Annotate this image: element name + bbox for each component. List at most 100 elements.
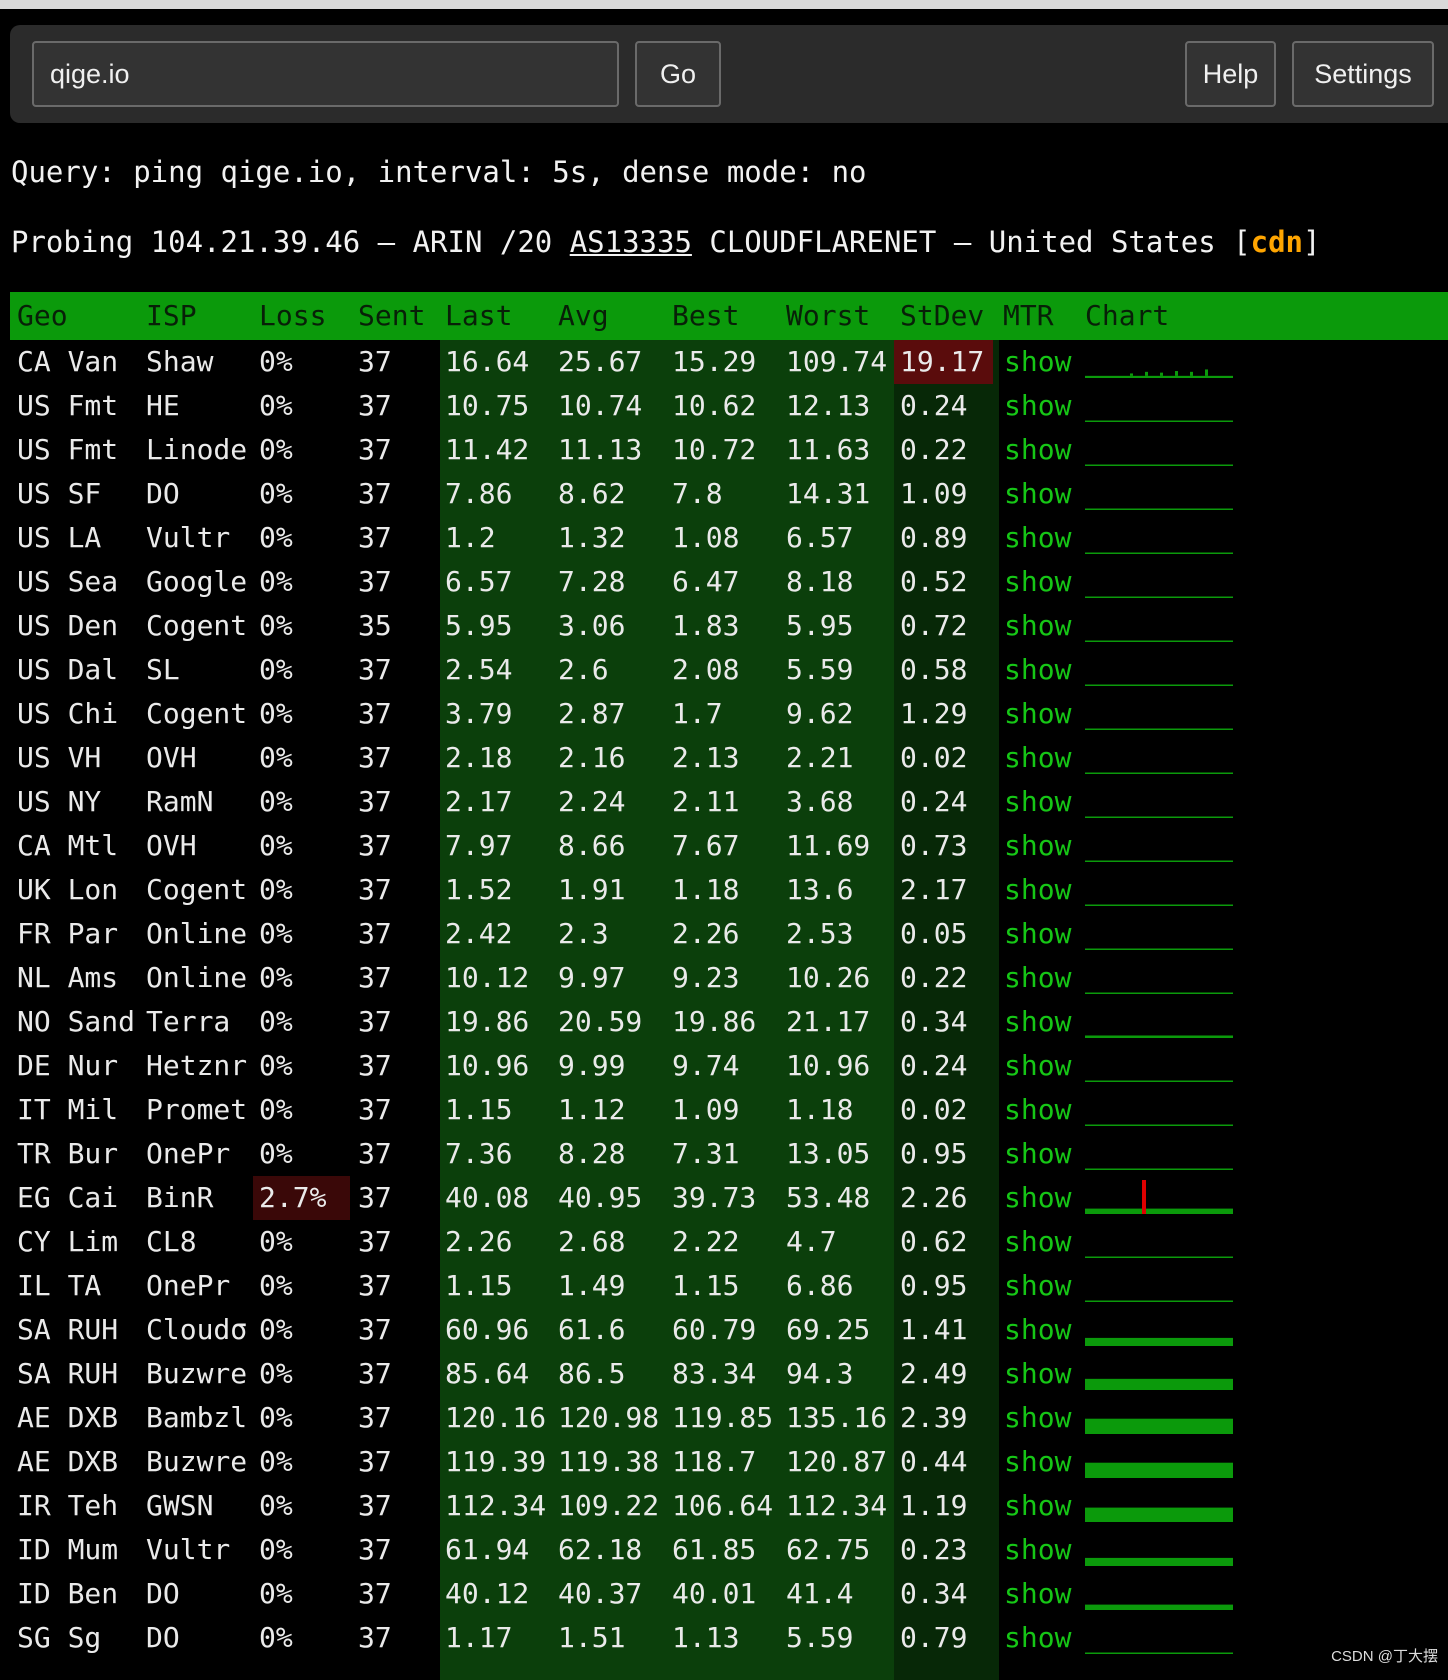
mtr-show-link[interactable]: show — [1004, 1220, 1071, 1264]
query-line: Query: ping qige.io, interval: 5s, dense… — [11, 155, 867, 189]
sparkline-bar — [1085, 1208, 1233, 1214]
cell-best: 1.83 — [672, 609, 740, 642]
latency-sparkline — [1085, 684, 1233, 686]
cell-loss: 0% — [259, 1313, 293, 1346]
cell-isp: Linode — [146, 433, 248, 466]
cell-last: 112.34 — [445, 1489, 547, 1522]
go-button[interactable]: Go — [635, 41, 721, 107]
cell-loss: 0% — [259, 1489, 293, 1522]
cell-best: 1.7 — [672, 697, 723, 730]
cell-isp: Vultr — [146, 1533, 231, 1566]
settings-button[interactable]: Settings — [1292, 41, 1434, 107]
cell-stdev: 0.23 — [900, 1533, 968, 1566]
mtr-show-link[interactable]: show — [1004, 1616, 1071, 1660]
cell-sent: 37 — [358, 389, 392, 422]
col-loss[interactable]: Loss — [259, 294, 326, 338]
table-row: IT Mil Promet 0% 37 1.15 1.12 1.09 1.18 0.02 show — [0, 1088, 1448, 1132]
mtr-show-link[interactable]: show — [1004, 472, 1071, 516]
sparkline-spike — [1175, 371, 1178, 376]
mtr-show-link[interactable]: show — [1004, 384, 1071, 428]
mtr-show-link[interactable]: show — [1004, 648, 1071, 692]
table-row: FR Par Online 0% 37 2.42 2.3 2.26 2.53 0.05 show — [0, 912, 1448, 956]
latency-sparkline — [1085, 420, 1233, 422]
col-worst[interactable]: Worst — [786, 294, 870, 338]
mtr-show-link[interactable]: show — [1004, 692, 1071, 736]
cell-best: 1.13 — [672, 1621, 740, 1654]
col-sent[interactable]: Sent — [358, 294, 425, 338]
cell-stdev: 2.26 — [900, 1181, 968, 1214]
mtr-show-link[interactable]: show — [1004, 1308, 1071, 1352]
latency-sparkline — [1085, 1378, 1233, 1390]
cell-loss: 0% — [259, 1137, 293, 1170]
mtr-show-link[interactable]: show — [1004, 1088, 1071, 1132]
mtr-show-link[interactable]: show — [1004, 340, 1071, 384]
results-table: CA Van Shaw 0% 37 16.64 25.67 15.29 109.74 19.17… — [0, 340, 1448, 1660]
sparkline-bar — [1085, 1462, 1233, 1478]
cell-worst: 6.86 — [786, 1269, 854, 1302]
col-last[interactable]: Last — [445, 294, 512, 338]
sparkline-bar — [1085, 1418, 1233, 1434]
cell-geo: TR Bur — [17, 1137, 119, 1170]
mtr-show-link[interactable]: show — [1004, 1440, 1071, 1484]
cell-stdev: 19.17 — [894, 340, 993, 384]
mtr-show-link[interactable]: show — [1004, 868, 1071, 912]
table-row: US Fmt Linode 0% 37 11.42 11.13 10.72 11.63 0.22… — [0, 428, 1448, 472]
col-isp[interactable]: ISP — [146, 294, 197, 338]
cell-geo: UK Lon — [17, 873, 119, 906]
mtr-show-link[interactable]: show — [1004, 1044, 1071, 1088]
cell-worst: 10.26 — [786, 961, 871, 994]
cell-geo: ID Ben — [17, 1577, 119, 1610]
table-row: AE DXB Buzwre 0% 37 119.39 119.38 118.7 120.87 0… — [0, 1440, 1448, 1484]
mtr-show-link[interactable]: show — [1004, 1484, 1071, 1528]
latency-sparkline — [1085, 992, 1233, 994]
latency-sparkline — [1085, 640, 1233, 642]
col-avg[interactable]: Avg — [558, 294, 609, 338]
mtr-show-link[interactable]: show — [1004, 1528, 1071, 1572]
asn-link[interactable]: AS13335 — [570, 225, 692, 259]
table-row: AE DXB Bambzl 0% 37 120.16 120.98 119.85 135.16… — [0, 1396, 1448, 1440]
mtr-show-link[interactable]: show — [1004, 604, 1071, 648]
table-row: IR Teh GWSN 0% 37 112.34 109.22 106.64 112.34 1.… — [0, 1484, 1448, 1528]
sparkline-bar — [1085, 420, 1233, 422]
cell-stdev: 2.49 — [900, 1357, 968, 1390]
cell-worst: 109.74 — [786, 345, 888, 378]
mtr-show-link[interactable]: show — [1004, 1396, 1071, 1440]
mtr-show-link[interactable]: show — [1004, 780, 1071, 824]
host-input[interactable]: qige.io — [32, 41, 619, 107]
mtr-show-link[interactable]: show — [1004, 1264, 1071, 1308]
cell-best: 7.67 — [672, 829, 740, 862]
sparkline-bar — [1085, 1080, 1233, 1082]
mtr-show-link[interactable]: show — [1004, 1352, 1071, 1396]
cell-avg: 1.12 — [558, 1093, 626, 1126]
mtr-show-link[interactable]: show — [1004, 1176, 1071, 1220]
cell-best: 7.8 — [672, 477, 723, 510]
col-stdev[interactable]: StDev — [900, 294, 984, 338]
col-best[interactable]: Best — [672, 294, 739, 338]
mtr-show-link[interactable]: show — [1004, 912, 1071, 956]
mtr-show-link[interactable]: show — [1004, 1000, 1071, 1044]
col-chart: Chart — [1085, 299, 1170, 332]
mtr-show-link[interactable]: show — [1004, 428, 1071, 472]
cell-best: 40.01 — [672, 1577, 757, 1610]
mtr-show-link[interactable]: show — [1004, 516, 1071, 560]
col-geo[interactable]: Geo — [17, 294, 68, 338]
cell-loss: 0% — [259, 345, 293, 378]
mtr-show-link[interactable]: show — [1004, 1132, 1071, 1176]
cell-sent: 37 — [358, 1269, 392, 1302]
latency-sparkline — [1085, 1168, 1233, 1170]
mtr-show-link[interactable]: show — [1004, 824, 1071, 868]
cell-sent: 37 — [358, 345, 392, 378]
cell-last: 11.42 — [445, 433, 530, 466]
help-button[interactable]: Help — [1185, 41, 1276, 107]
cell-best: 15.29 — [672, 345, 757, 378]
sparkline-spike — [1205, 369, 1208, 376]
mtr-show-link[interactable]: show — [1004, 560, 1071, 604]
mtr-show-link[interactable]: show — [1004, 736, 1071, 780]
cell-last: 1.15 — [445, 1269, 513, 1302]
cell-worst: 62.75 — [786, 1533, 871, 1566]
mtr-show-link[interactable]: show — [1004, 1572, 1071, 1616]
mtr-show-link[interactable]: show — [1004, 956, 1071, 1000]
cell-geo: ID Mum — [17, 1533, 119, 1566]
table-row: US Fmt HE 0% 37 10.75 10.74 10.62 12.13 0.24 show — [0, 384, 1448, 428]
cell-sent: 37 — [358, 1225, 392, 1258]
